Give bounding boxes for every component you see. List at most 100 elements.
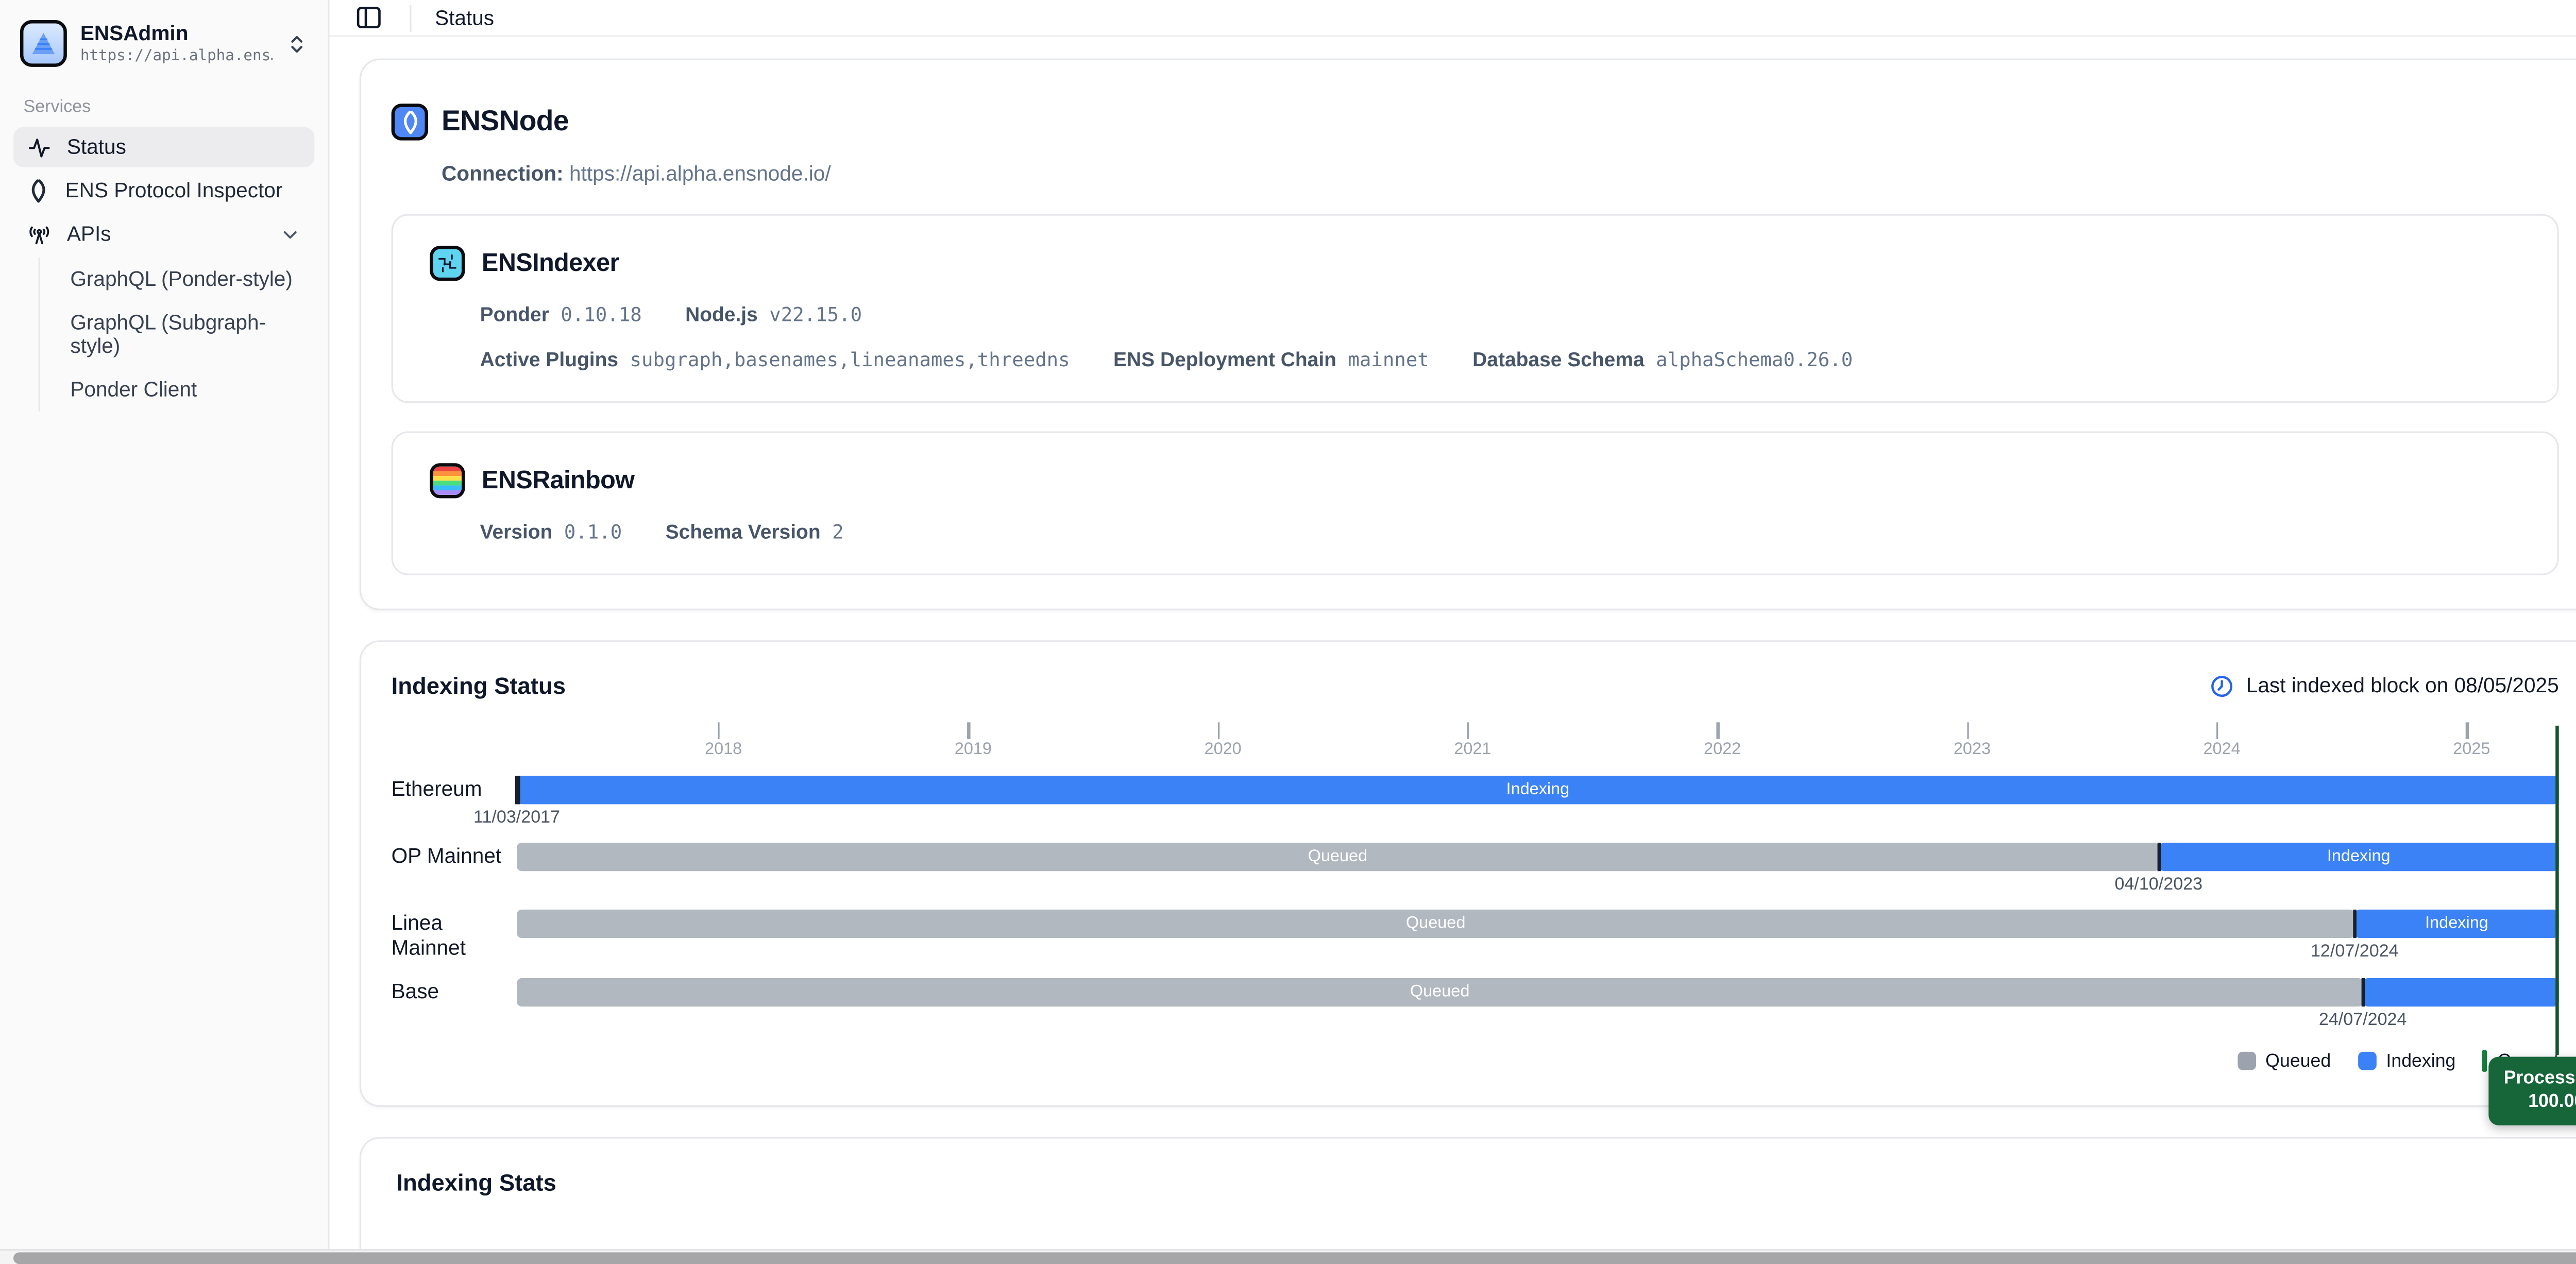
indexing-segment[interactable]: Indexing (2159, 843, 2559, 871)
chain-row-op-mainnet: OP Mainnet Queued Indexing 04/10/2023 (392, 843, 2559, 893)
chain-start-date: 11/03/2017 (473, 808, 560, 828)
axis-tick (1467, 722, 1469, 739)
sidebar-toggle-button[interactable] (351, 0, 386, 35)
page-content: ENSNode Connection: https://api.alpha.en… (330, 37, 2576, 1264)
axis-tick (2216, 722, 2219, 739)
chain-start-date: 04/10/2023 (2114, 875, 2202, 895)
indexing-segment[interactable]: Indexing (2354, 910, 2558, 938)
segment-start-marker (515, 776, 519, 804)
sidebar-item-status[interactable]: Status (13, 127, 314, 167)
info-field: Version 0.1.0 (480, 520, 622, 543)
chevron-down-icon (279, 223, 301, 245)
ensrainbow-fields-row1: Version 0.1.0 Schema Version 2 (480, 520, 2520, 543)
chain-row-linea-mainnet: Linea Mainnet Queued Indexing 12/07/2024 (392, 910, 2559, 962)
indexing-stats-card: Indexing Stats (360, 1137, 2576, 1264)
info-field: Ponder 0.10.18 (480, 303, 642, 326)
ens-lens-icon (27, 178, 50, 203)
chain-track: Indexing11/03/2017 (517, 776, 2559, 826)
connection-row: Connection: https://api.alpha.ensnode.io… (442, 162, 2559, 185)
segment-label: Indexing (2327, 848, 2391, 865)
queued-segment[interactable]: Queued (517, 843, 2159, 871)
scrollbar-thumb[interactable] (13, 1252, 2576, 1264)
ensindexer-icon (430, 246, 465, 281)
indexing-swatch-icon (2358, 1052, 2376, 1070)
axis-tick (718, 722, 720, 739)
sidebar-subitem-ponder-client[interactable]: Ponder Client (57, 368, 314, 411)
panel-left-icon (354, 3, 383, 31)
queued-segment[interactable]: Queued (517, 910, 2354, 938)
sidebar-subitem-graphql-subgraph-style-[interactable]: GraphQL (Subgraph-style) (57, 301, 314, 368)
ensrainbow-title: ENSRainbow (482, 467, 635, 495)
segment-start-marker (2361, 978, 2365, 1006)
indexing-segment[interactable] (2363, 978, 2558, 1006)
ensindexer-card: ENSIndexer Ponder 0.10.18Node.js v22.15.… (392, 214, 2559, 403)
main-area: Status ENSNode Connection: https://api.a… (330, 0, 2576, 1264)
axis-year-label: 2023 (1954, 741, 1991, 759)
axis-year-label: 2022 (1704, 741, 1741, 759)
legend-label: Queued (2265, 1051, 2331, 1071)
last-indexed-text: Last indexed block on 08/05/2025 (2246, 674, 2559, 697)
axis-year-label: 2019 (955, 741, 992, 759)
segment-label: Indexing (1506, 782, 1570, 798)
segment-label: Queued (1410, 984, 1470, 1000)
info-field: Schema Version 2 (666, 520, 844, 543)
ensnode-icon (392, 104, 428, 140)
queued-segment[interactable]: Queued (517, 978, 2363, 1006)
chain-start-date: 12/07/2024 (2311, 942, 2399, 962)
indexing-segment[interactable]: Indexing (517, 776, 2559, 804)
sidebar-nav: Status ENS Protocol Inspector APIs (13, 127, 314, 254)
info-field: Node.js v22.15.0 (685, 303, 862, 326)
indexing-timeline-chart: 20182019202020212022202320242025 Ethereu… (392, 722, 2559, 1071)
axis-tick (1967, 722, 1969, 739)
current-block-line (2555, 726, 2558, 1055)
axis-tick (1217, 722, 1220, 739)
axis-tick (968, 722, 970, 739)
sidebar-subitem-graphql-ponder-style-[interactable]: GraphQL (Ponder-style) (57, 258, 314, 301)
timeline-axis: 20182019202020212022202320242025 (392, 722, 2559, 762)
legend-label: Indexing (2386, 1051, 2455, 1071)
connection-label: Connection: (442, 162, 564, 185)
sidebar-item-label: ENS Protocol Inspector (65, 179, 283, 202)
activity-icon (27, 134, 52, 160)
sidebar-item-label: APIs (67, 223, 111, 246)
workspace-switcher[interactable]: ENSAdmin https://api.alpha.ens… (13, 13, 314, 74)
axis-year-label: 2018 (705, 741, 742, 759)
topbar: Status (330, 0, 2576, 37)
ensrainbow-icon (430, 463, 465, 498)
clock-icon (2209, 673, 2234, 698)
chain-name: Linea Mainnet (392, 910, 517, 962)
ensindexer-fields-row2: Active Plugins subgraph,basenames,linean… (480, 348, 2520, 371)
info-field: ENS Deployment Chain mainnet (1113, 348, 1429, 371)
sidebar-subnav: GraphQL (Ponder-style)GraphQL (Subgraph-… (39, 258, 315, 412)
segment-label: Queued (1406, 915, 1466, 932)
last-indexed-block: Last indexed block on 08/05/2025 (2209, 673, 2558, 698)
info-field: Database Schema alphaSchema0.26.0 (1472, 348, 1853, 371)
indexing-status-title: Indexing Status (392, 672, 566, 699)
segment-label: Queued (1308, 848, 1368, 865)
chain-track: Queued Indexing 04/10/2023 (517, 843, 2559, 893)
legend-item-indexing: Indexing (2358, 1051, 2455, 1071)
ensnode-title: ENSNode (442, 106, 569, 139)
connection-url[interactable]: https://api.alpha.ensnode.io/ (569, 162, 831, 185)
tooltip-percent: 100.0000% (2504, 1090, 2576, 1114)
sidebar-item-ens-protocol-inspector[interactable]: ENS Protocol Inspector (13, 170, 314, 211)
workspace-name: ENSAdmin (80, 21, 273, 46)
chevrons-up-down-icon (286, 32, 308, 54)
segment-start-marker (2157, 843, 2161, 871)
indexing-stats-title: Indexing Stats (396, 1169, 2558, 1195)
sidebar-item-apis[interactable]: APIs (13, 214, 314, 254)
info-field: Active Plugins subgraph,basenames,linean… (480, 348, 1070, 371)
chain-start-date: 24/07/2024 (2319, 1010, 2407, 1030)
chain-name: OP Mainnet (392, 843, 517, 893)
segment-start-marker (2353, 910, 2357, 938)
sidebar-item-label: Status (67, 135, 126, 159)
app-window: ENSAdmin https://api.alpha.ens… Services… (0, 0, 2576, 1264)
axis-year-label: 2021 (1454, 741, 1491, 759)
topbar-divider (410, 4, 411, 31)
horizontal-scrollbar[interactable] (0, 1249, 2576, 1264)
chain-row-base: BaseQueued24/07/2024 (392, 978, 2559, 1028)
chain-track: Queued Indexing 12/07/2024 (517, 910, 2559, 960)
legend-item-queued: Queued (2237, 1051, 2331, 1071)
ensnode-card: ENSNode Connection: https://api.alpha.en… (360, 59, 2576, 610)
queued-swatch-icon (2237, 1052, 2256, 1070)
